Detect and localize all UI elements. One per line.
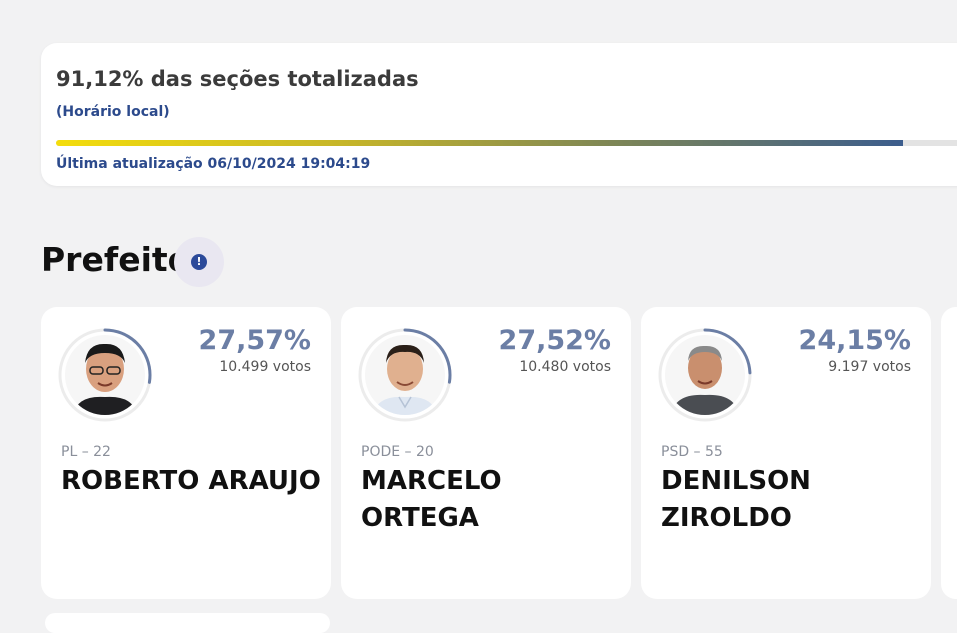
- totalization-progress-bar: [56, 140, 957, 146]
- avatar: [365, 335, 445, 415]
- candidate-name: MARCELO ORTEGA: [361, 466, 502, 533]
- candidate-name: ROBERTO ARAUJO: [61, 466, 321, 496]
- vote-count: 10.499 votos: [219, 359, 311, 375]
- candidate-card[interactable]: 27,57% 10.499 votos PL – 22 ROBERTO ARAU…: [41, 307, 331, 599]
- vote-count: 10.480 votos: [519, 359, 611, 375]
- party-number: PL – 22: [61, 444, 111, 460]
- section-title: Prefeito: [41, 240, 191, 279]
- candidate-photo-ring: [657, 327, 753, 423]
- totalization-title: 91,12% das seções totalizadas: [56, 67, 419, 91]
- last-update: Última atualização 06/10/2024 19:04:19: [56, 156, 371, 172]
- vote-percentage: 27,52%: [498, 325, 611, 356]
- avatar: [665, 335, 745, 415]
- avatar: [65, 335, 145, 415]
- info-icon: !: [191, 254, 207, 270]
- candidate-card[interactable]: 24,15% 9.197 votos PSD – 55 DENILSON ZIR…: [641, 307, 931, 599]
- candidate-name: DENILSON ZIROLDO: [661, 466, 811, 533]
- info-button[interactable]: !: [174, 237, 224, 287]
- totalization-progress-fill: [56, 140, 904, 146]
- candidate-card-partial[interactable]: [45, 613, 330, 633]
- totalization-card: 91,12% das seções totalizadas (Horário l…: [41, 43, 957, 186]
- vote-percentage: 24,15%: [798, 325, 911, 356]
- candidate-card[interactable]: 27,52% 10.480 votos PODE – 20 MARCELO OR…: [341, 307, 631, 599]
- vote-count: 9.197 votos: [828, 359, 911, 375]
- vote-percentage: 27,57%: [198, 325, 311, 356]
- candidate-photo-ring: [357, 327, 453, 423]
- candidate-card-partial[interactable]: [941, 307, 957, 599]
- candidate-photo-ring: [57, 327, 153, 423]
- party-number: PODE – 20: [361, 444, 434, 460]
- local-time-note: (Horário local): [56, 104, 170, 120]
- party-number: PSD – 55: [661, 444, 723, 460]
